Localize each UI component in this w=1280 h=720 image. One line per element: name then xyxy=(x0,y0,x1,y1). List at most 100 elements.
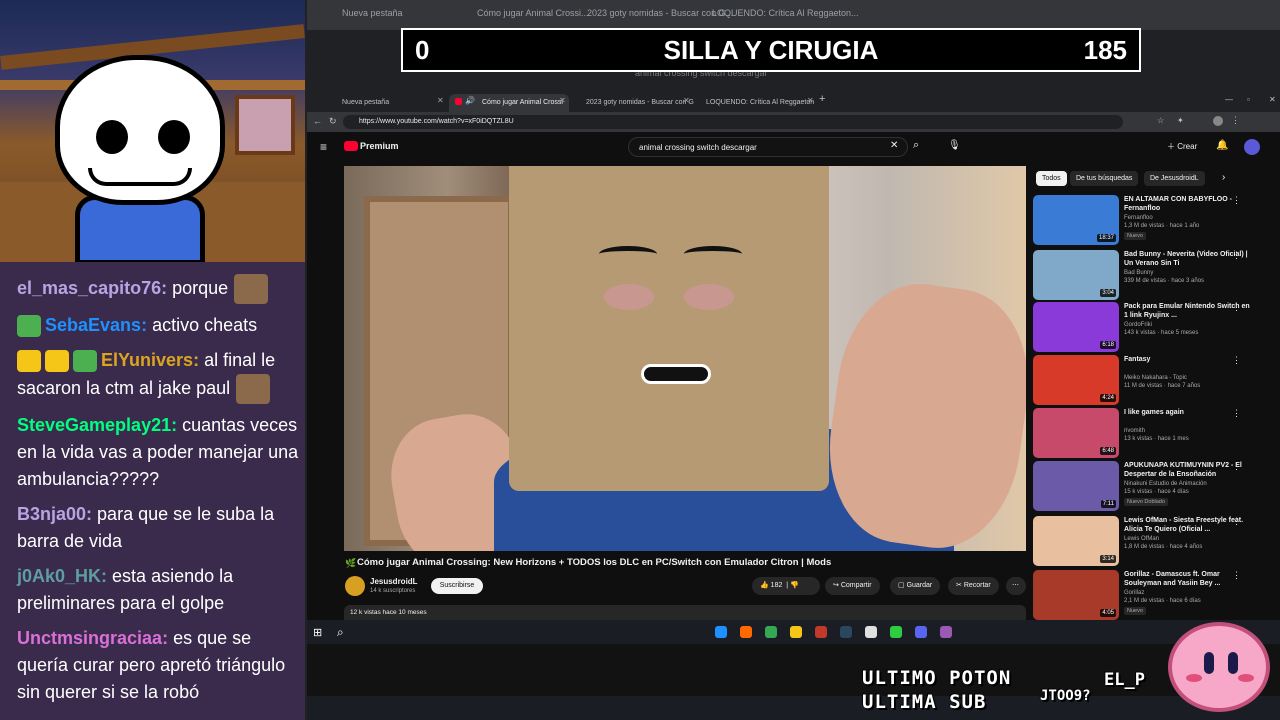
video-thumbnail[interactable]: 4:24 xyxy=(1033,355,1119,405)
search-input[interactable]: animal crossing switch descargar xyxy=(628,137,908,157)
recommended-video[interactable]: 3:14 Lewis OfMan - Siesta Freestyle feat.… xyxy=(1033,516,1268,568)
more-options-icon[interactable]: ⋮ xyxy=(1232,516,1241,527)
video-thumbnail[interactable]: 6:48 xyxy=(1033,408,1119,458)
video-thumbnail[interactable]: 4:05 xyxy=(1033,570,1119,620)
account-avatar[interactable] xyxy=(1244,139,1260,155)
video-channel[interactable]: Fernanfloo xyxy=(1124,215,1153,221)
youtube-premium-logo[interactable]: Premium xyxy=(360,141,399,151)
video-thumbnail[interactable]: 3:14 xyxy=(1033,516,1119,566)
maximize-icon[interactable]: ▫ xyxy=(1247,95,1250,104)
firefox-icon[interactable] xyxy=(740,626,752,638)
chat-username[interactable]: Unctmsingraciaa xyxy=(17,628,162,648)
close-icon[interactable]: ✕ xyxy=(559,96,566,105)
chip-todos[interactable]: Todos xyxy=(1036,171,1067,186)
video-thumbnail[interactable]: 7:11 xyxy=(1033,461,1119,511)
recommended-video[interactable]: 6:48 I like games again rivomith 13 k vista… xyxy=(1033,408,1268,460)
more-actions-icon[interactable]: ⋯ xyxy=(1006,577,1026,595)
close-icon[interactable]: ✕ xyxy=(807,96,814,105)
more-options-icon[interactable]: ⋮ xyxy=(1232,250,1241,261)
close-icon[interactable]: ✕ xyxy=(683,96,690,105)
speaker-icon[interactable]: 🔊 xyxy=(465,96,475,105)
tab-loquendo[interactable]: LOQUENDO: Crítica Al Reggaeton xyxy=(692,94,817,112)
chat-username[interactable]: el_mas_capito76 xyxy=(17,278,161,298)
chat-username[interactable]: SteveGameplay21 xyxy=(17,415,171,435)
taskbar-search-icon[interactable]: ⌕ xyxy=(337,625,344,640)
video-thumbnail[interactable]: 18:37 xyxy=(1033,195,1119,245)
chevron-right-icon[interactable]: › xyxy=(1222,172,1225,183)
steam-icon[interactable] xyxy=(840,626,852,638)
video-channel[interactable]: Lewis OfMan xyxy=(1124,536,1159,542)
clear-search-icon[interactable]: ✕ xyxy=(890,140,898,151)
more-options-icon[interactable]: ⋮ xyxy=(1232,302,1241,313)
recommended-video[interactable]: 7:11 APUKUNAPA KUTIMUYNIN PV2 - El Desper… xyxy=(1033,461,1268,513)
description-box[interactable]: 12 k vistas hace 10 meses xyxy=(344,605,1026,621)
recommended-video[interactable]: 4:05 Gorillaz - Damascus ft. Omar Souleym… xyxy=(1033,570,1268,622)
hamburger-menu-icon[interactable]: ≡ xyxy=(320,140,327,154)
more-options-icon[interactable]: ⋮ xyxy=(1232,195,1241,206)
more-options-icon[interactable]: ⋮ xyxy=(1232,570,1241,581)
subscribe-button[interactable]: Suscribirse xyxy=(431,578,483,594)
video-duration: 7:11 xyxy=(1100,500,1116,508)
video-meta: 143 k vistas · hace 5 meses xyxy=(1124,330,1199,336)
chrome-icon[interactable] xyxy=(765,626,777,638)
like-button[interactable]: 👍 182 | 👎 xyxy=(752,577,820,595)
extensions-icon[interactable]: ✦ xyxy=(1177,116,1184,125)
obs-icon[interactable] xyxy=(940,626,952,638)
tab-goty-search[interactable]: 2023 goty nomidas - Buscar con G xyxy=(572,94,694,112)
youtube-logo-icon[interactable] xyxy=(344,141,358,151)
app-icon[interactable] xyxy=(865,626,877,638)
discord-icon[interactable] xyxy=(915,626,927,638)
windows-start-icon[interactable]: ⊞ xyxy=(313,626,322,639)
share-button[interactable]: ↪ Compartir xyxy=(825,577,880,595)
folder-icon[interactable] xyxy=(790,626,802,638)
video-thumbnail[interactable]: 3:04 xyxy=(1033,250,1119,300)
new-tab-button[interactable]: + xyxy=(819,93,825,105)
chip-de-channel[interactable]: De JesusdroidL xyxy=(1144,171,1205,186)
recommended-video[interactable]: 6:18 Pack para Emular Nintendo Switch en … xyxy=(1033,302,1268,354)
bookmark-star-icon[interactable]: ☆ xyxy=(1157,116,1164,125)
video-duration: 4:24 xyxy=(1100,394,1116,402)
close-icon[interactable]: ✕ xyxy=(437,96,444,105)
more-options-icon[interactable]: ⋮ xyxy=(1232,408,1241,419)
menu-icon[interactable]: ⋮ xyxy=(1231,115,1240,126)
create-button[interactable]: ＋ Crear xyxy=(1167,141,1197,152)
app-icon[interactable] xyxy=(890,626,902,638)
channel-name[interactable]: JesusdroidL xyxy=(370,577,418,586)
chat-username[interactable]: SebaEvans xyxy=(45,315,141,335)
chat-username[interactable]: j0Ak0_HK xyxy=(17,566,101,586)
notifications-bell-icon[interactable]: 🔔 xyxy=(1216,140,1228,151)
profile-avatar[interactable] xyxy=(1213,116,1223,126)
video-channel[interactable]: GordoFriki xyxy=(1124,322,1152,328)
chat-username[interactable]: ElYunivers xyxy=(101,350,193,370)
back-icon[interactable]: ← xyxy=(313,116,322,126)
url-input[interactable]: https://www.youtube.com/watch?v=xF0iDQTZ… xyxy=(343,115,1123,129)
more-options-icon[interactable]: ⋮ xyxy=(1232,355,1241,366)
video-channel[interactable]: Gorillaz xyxy=(1124,590,1144,596)
minimize-icon[interactable]: — xyxy=(1225,95,1233,104)
tab-new-tab[interactable]: Nueva pestaña xyxy=(334,94,444,112)
edge-icon[interactable] xyxy=(715,626,727,638)
save-button[interactable]: ▢ Guardar xyxy=(890,577,941,595)
video-thumbnail[interactable]: 6:18 xyxy=(1033,302,1119,352)
clip-button[interactable]: ✂ Recortar xyxy=(948,577,999,595)
video-meta: 339 M de vistas · hace 3 años xyxy=(1124,278,1205,284)
recommended-video[interactable]: 4:24 Fantasy Meiko Nakahara - Topic 11 M de… xyxy=(1033,355,1268,407)
chip-de-tus-busquedas[interactable]: De tus búsquedas xyxy=(1070,171,1139,186)
channel-avatar[interactable] xyxy=(345,576,365,596)
reload-icon[interactable]: ↻ xyxy=(329,116,337,127)
recommended-video[interactable]: 18:37 EN ALTAMAR CON BABYFLOO - Fernanflo… xyxy=(1033,195,1268,247)
window-close-icon[interactable]: ✕ xyxy=(1269,95,1276,104)
video-channel[interactable]: Meiko Nakahara - Topic xyxy=(1124,375,1187,381)
microphone-icon[interactable]: 🎙 xyxy=(948,140,961,151)
video-channel[interactable]: Bad Bunny xyxy=(1124,270,1153,276)
more-options-icon[interactable]: ⋮ xyxy=(1232,461,1241,472)
app-icon[interactable] xyxy=(815,626,827,638)
video-channel[interactable]: Ninakuni Estudio de Animación xyxy=(1124,481,1207,487)
video-channel[interactable]: rivomith xyxy=(1124,428,1145,434)
chat-username[interactable]: B3nja00 xyxy=(17,504,86,524)
chat-emote-icon xyxy=(234,274,269,304)
search-icon[interactable]: ⌕ xyxy=(913,139,919,152)
recommended-video[interactable]: 3:04 Bad Bunny - Neverita (Video Oficial)… xyxy=(1033,250,1268,302)
video-duration: 4:05 xyxy=(1100,609,1116,617)
video-player[interactable] xyxy=(344,166,1026,551)
